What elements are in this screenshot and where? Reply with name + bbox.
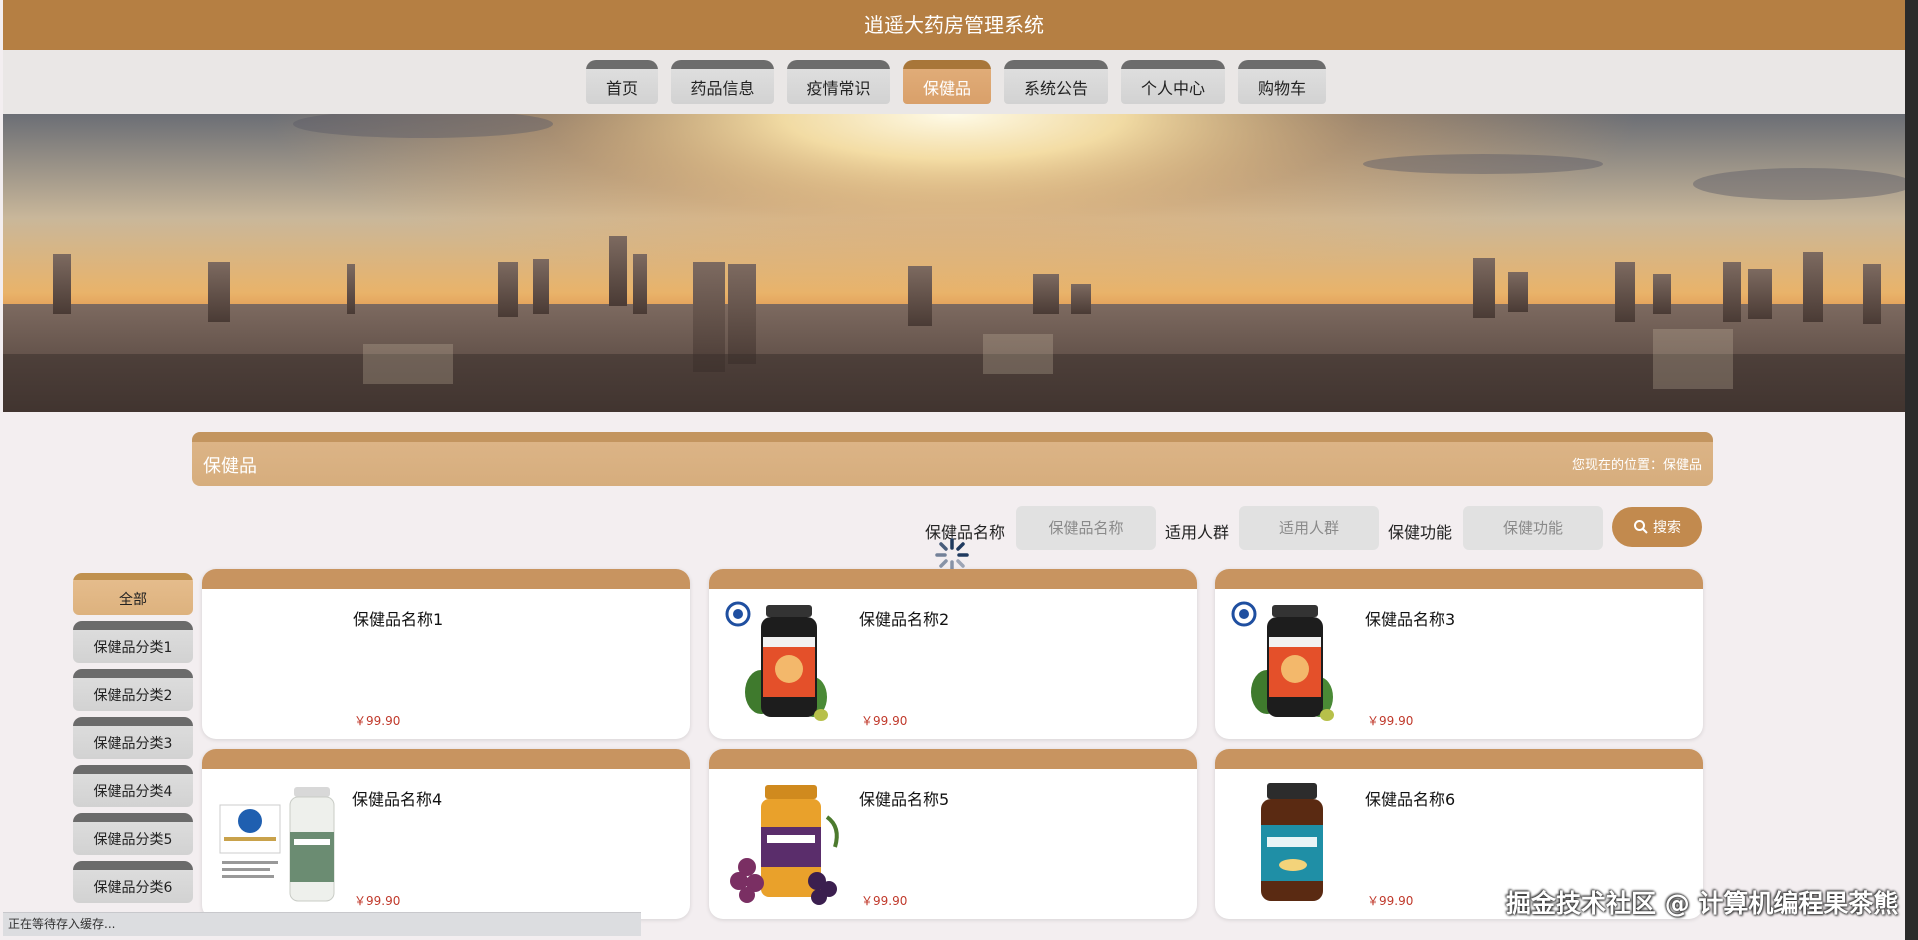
sidebar-item-category-3[interactable]: 保健品分类3 (73, 717, 193, 759)
search-input-function[interactable] (1463, 506, 1603, 550)
nav-item-home[interactable]: 首页 (586, 60, 658, 104)
card-header-strip (1215, 749, 1703, 769)
card-header-strip (1215, 569, 1703, 589)
omega3-bottle-image (1261, 783, 1323, 901)
loading-spinner-icon (935, 538, 969, 572)
app-title: 逍遥大药房管理系统 (3, 0, 1905, 50)
nav-item-personal-center[interactable]: 个人中心 (1121, 60, 1225, 104)
card-header-strip (202, 749, 690, 769)
product-card[interactable]: 保健品名称4 ￥99.90 (202, 749, 690, 919)
product-price: ￥99.90 (1367, 714, 1414, 728)
main-nav: 首页 药品信息 疫情常识 保健品 系统公告 个人中心 购物车 (3, 50, 1905, 114)
watermark-text: 掘金技术社区 @ 计算机编程果茶熊 (1506, 889, 1899, 918)
section-header: 保健品 您现在的位置：保健品 (192, 432, 1713, 486)
product-card[interactable]: 保健品名称3 ￥99.90 (1215, 569, 1703, 739)
product-price: ￥99.90 (861, 894, 908, 908)
search-label-audience: 适用人群 (1165, 523, 1230, 542)
sidebar-item-category-5[interactable]: 保健品分类5 (73, 813, 193, 855)
product-card[interactable]: 保健品名称1 ￥99.90 (202, 569, 690, 739)
nav-item-cart[interactable]: 购物车 (1238, 60, 1326, 104)
product-name[interactable]: 保健品名称6 (1365, 786, 1455, 810)
search-button[interactable]: 搜索 (1612, 507, 1702, 547)
search-label-function: 保健功能 (1388, 523, 1453, 542)
maca-bottle-image (725, 601, 828, 721)
maca-bottle-image (1231, 601, 1334, 721)
sidebar-item-all[interactable]: 全部 (73, 573, 193, 615)
card-header-strip (202, 569, 690, 589)
sidebar-item-category-1[interactable]: 保健品分类1 (73, 621, 193, 663)
card-header-strip (709, 749, 1197, 769)
product-price: ￥99.90 (354, 714, 401, 728)
health-certificate-bottle-image (219, 787, 335, 902)
search-icon (1634, 520, 1648, 534)
sidebar-item-category-4[interactable]: 保健品分类4 (73, 765, 193, 807)
product-price: ￥99.90 (1367, 894, 1414, 908)
card-header-strip (709, 569, 1197, 589)
search-input-name[interactable] (1016, 506, 1156, 550)
product-image-placeholder (214, 597, 344, 727)
product-name[interactable]: 保健品名称1 (353, 606, 443, 630)
breadcrumb: 您现在的位置：保健品 (1571, 458, 1702, 473)
sidebar-item-category-2[interactable]: 保健品分类2 (73, 669, 193, 711)
product-card[interactable]: 保健品名称5 ￥99.90 (709, 749, 1197, 919)
product-name[interactable]: 保健品名称4 (352, 786, 442, 810)
nav-item-epidemic-knowledge[interactable]: 疫情常识 (787, 60, 890, 104)
nav-item-health-products[interactable]: 保健品 (903, 60, 991, 104)
nav-item-medicine-info[interactable]: 药品信息 (671, 60, 774, 104)
browser-status-bar: 正在等待存入缓存... (3, 912, 641, 936)
window-edge (1905, 0, 1918, 940)
product-price: ￥99.90 (861, 714, 908, 728)
product-name[interactable]: 保健品名称5 (859, 786, 949, 810)
product-name[interactable]: 保健品名称2 (859, 606, 949, 630)
grape-seed-bottle-image (730, 785, 839, 905)
product-card[interactable]: 保健品名称2 ￥99.90 (709, 569, 1197, 739)
nav-item-announcements[interactable]: 系统公告 (1004, 60, 1108, 104)
section-title: 保健品 (203, 456, 257, 477)
search-input-audience[interactable] (1239, 506, 1379, 550)
banner-image (3, 114, 1905, 412)
product-price: ￥99.90 (354, 894, 401, 908)
product-name[interactable]: 保健品名称3 (1365, 606, 1455, 630)
search-button-label: 搜索 (1653, 519, 1681, 535)
sidebar-item-category-6[interactable]: 保健品分类6 (73, 861, 193, 903)
